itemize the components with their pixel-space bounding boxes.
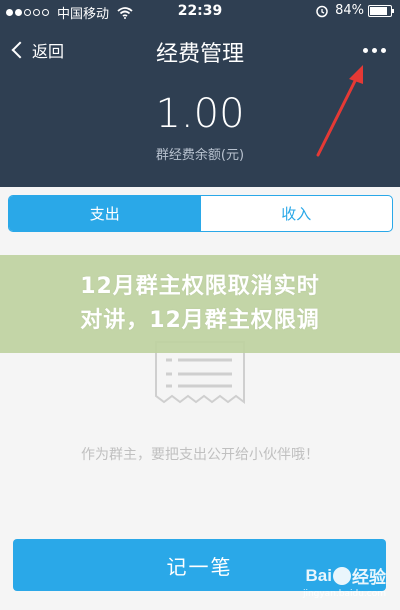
watermark-sub: jingyan.baidu.com [302, 589, 386, 599]
battery-icon [368, 4, 394, 17]
battery-percent: 84% [335, 3, 364, 18]
overlay-line-2: 对讲，12月群主权限调 [80, 308, 320, 333]
tab-income[interactable]: 收入 [201, 196, 393, 231]
tab-bar: 支出 收入 [8, 195, 393, 232]
battery-fill [370, 6, 387, 15]
page-title: 经费管理 [155, 42, 244, 67]
balance-label: 群经费余额(元) [155, 148, 245, 163]
balance-value: 1.00 [155, 91, 245, 137]
status-bar: 中国移动 22:39 84% [0, 0, 400, 22]
balance-section: 1.00 群经费余额(元) [0, 90, 400, 163]
overlay-line-1: 12月群主权限取消实时 [80, 274, 320, 299]
watermark-brand-left: Bai [305, 565, 332, 585]
watermark-brand-right: 经验 [352, 568, 386, 587]
status-right: 84% [315, 3, 394, 18]
overlay-banner: 12月群主权限取消实时 对讲，12月群主权限调 [0, 255, 400, 353]
empty-hint: 作为群主，要把支出公开给小伙伴哦！ [81, 447, 319, 463]
more-dots-icon[interactable] [359, 48, 386, 53]
tab-expense[interactable]: 支出 [9, 196, 201, 231]
watermark: Bai 经验 jingyan.baidu.com [302, 563, 386, 600]
alarm-icon [316, 5, 328, 17]
paw-icon [333, 566, 351, 585]
nav-bar: 返回 经费管理 [0, 24, 400, 80]
watermark-logo: Bai 经验 [306, 563, 386, 588]
